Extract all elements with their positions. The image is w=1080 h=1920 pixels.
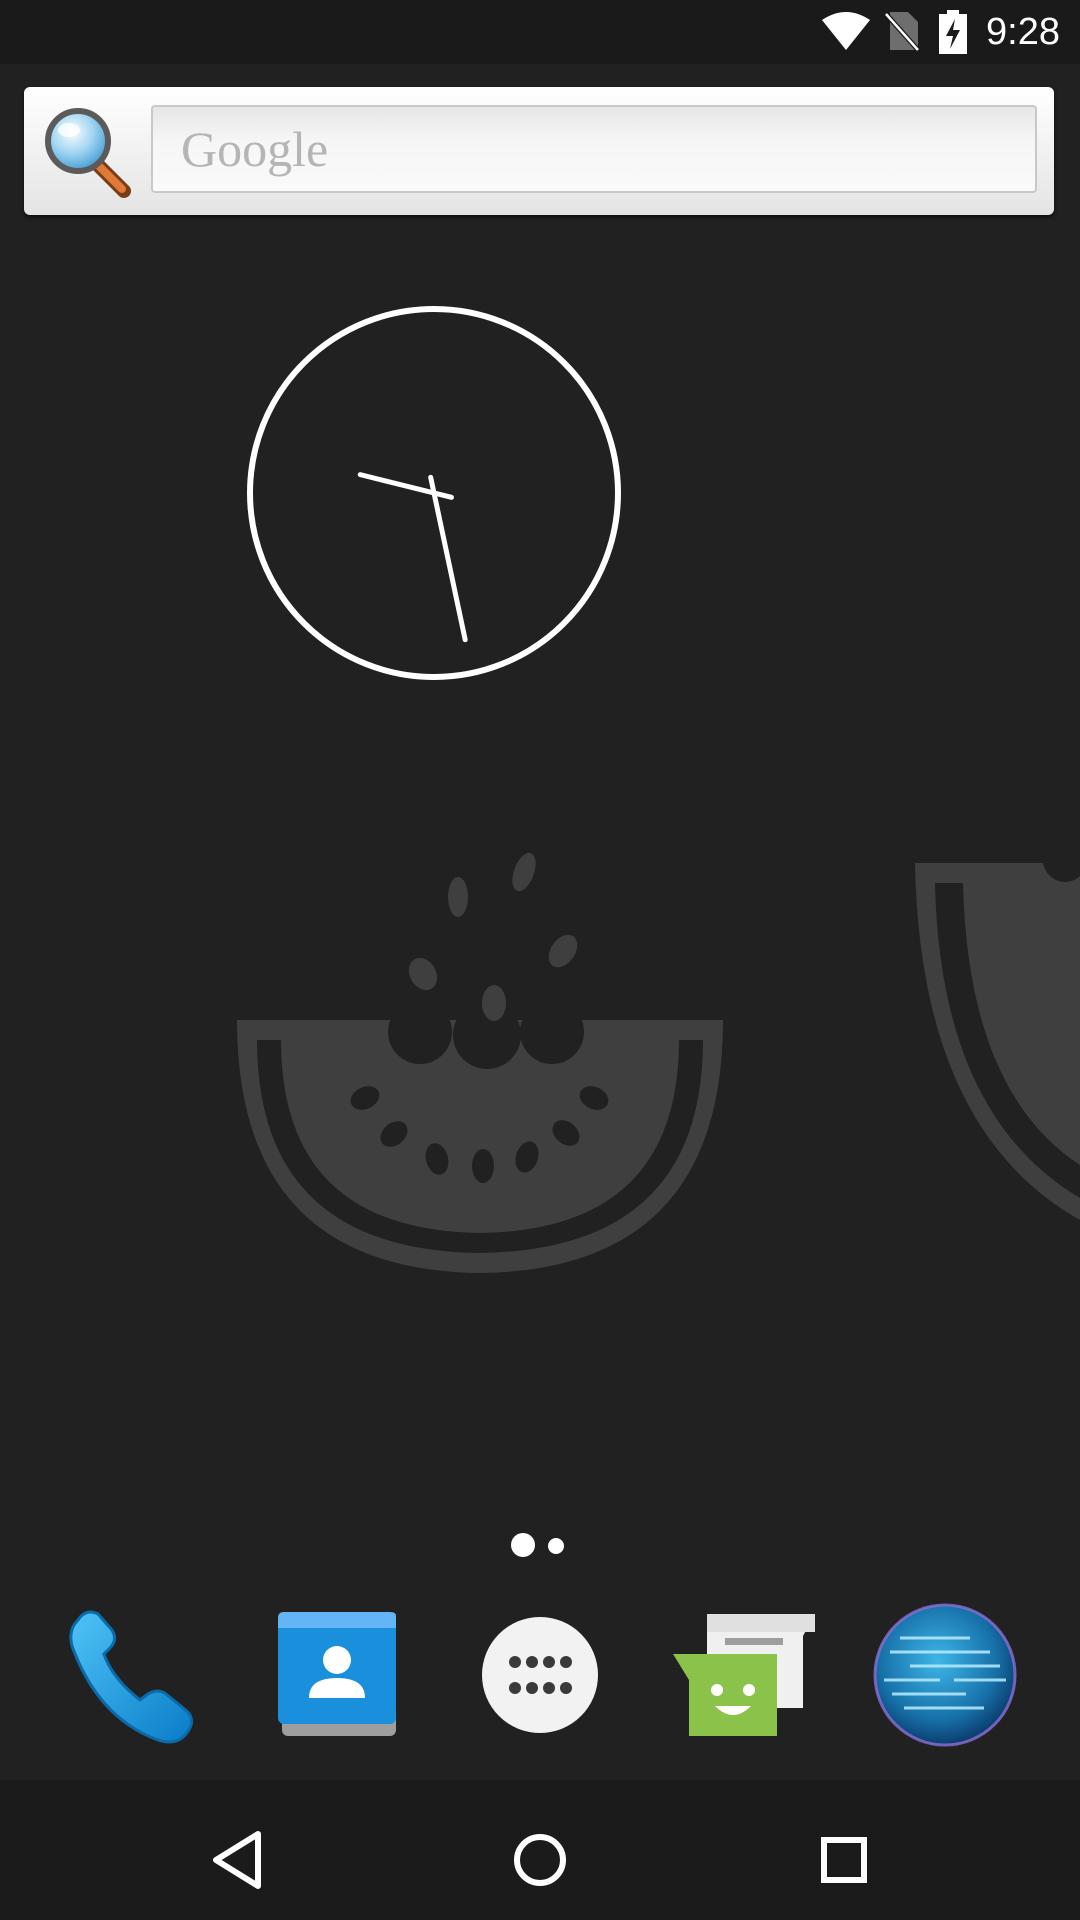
clock-minute-hand	[428, 474, 468, 643]
messaging-app-icon[interactable]	[665, 1600, 815, 1750]
recents-icon[interactable]	[794, 1810, 894, 1910]
navigation-bar	[0, 1780, 1080, 1920]
app-drawer-button[interactable]	[465, 1600, 615, 1750]
no-sim-icon	[884, 10, 920, 57]
contacts-app-icon[interactable]	[262, 1600, 412, 1750]
back-icon[interactable]	[186, 1810, 286, 1910]
status-bar: 9:28	[0, 0, 1080, 64]
status-time: 9:28	[986, 11, 1060, 53]
page-dot	[548, 1538, 564, 1554]
search-input[interactable]: Google	[151, 105, 1037, 193]
home-icon[interactable]	[490, 1810, 590, 1910]
wallpaper-watermelon	[0, 830, 1080, 1285]
browser-app-icon[interactable]	[870, 1600, 1020, 1750]
wifi-icon	[820, 10, 872, 57]
home-screen: 9:28 Google	[0, 0, 1080, 1920]
clock-hour-hand	[357, 472, 454, 500]
page-dot-active	[511, 1533, 535, 1557]
magnifier-icon[interactable]	[42, 103, 134, 204]
battery-charging-icon	[938, 10, 968, 59]
analog-clock-widget[interactable]	[246, 306, 626, 691]
search-placeholder: Google	[181, 121, 329, 177]
phone-app-icon[interactable]	[58, 1600, 208, 1750]
google-search-widget[interactable]: Google	[24, 87, 1054, 215]
